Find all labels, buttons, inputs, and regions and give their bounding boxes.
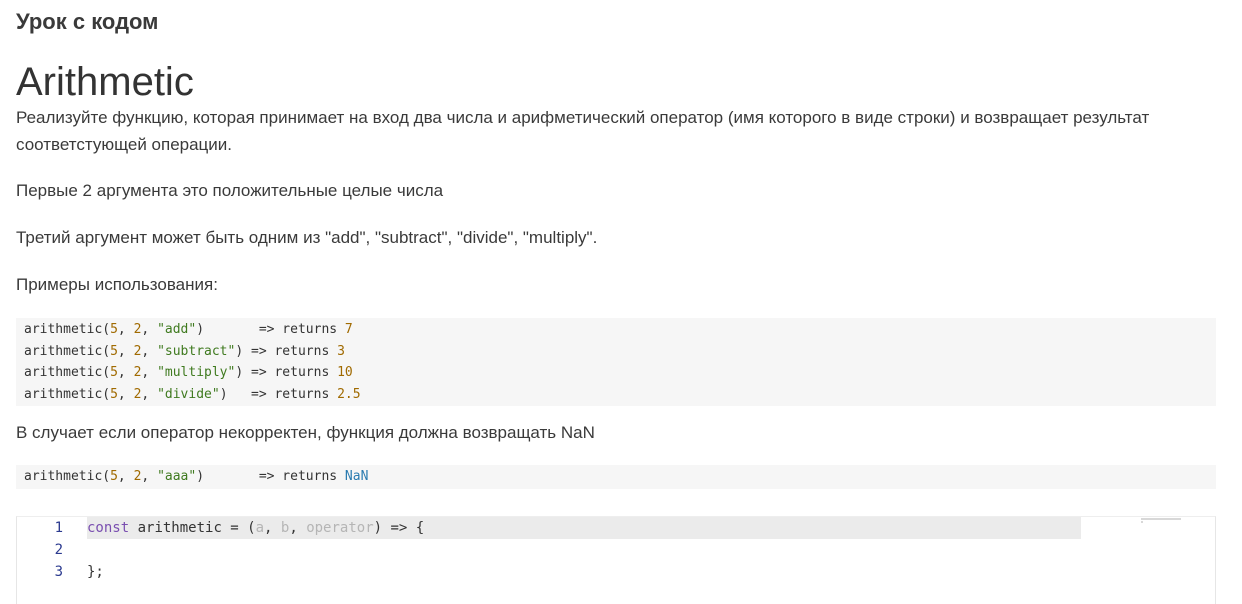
- examples-code-block: arithmetic(5, 2, "add") => returns 7 ari…: [16, 318, 1216, 406]
- editor-line[interactable]: };: [87, 561, 1081, 583]
- line-number: 2: [54, 542, 63, 558]
- editor-line-active[interactable]: const arithmetic = (a, b, operator) => {: [87, 517, 1081, 539]
- param-operator: operator: [306, 520, 374, 536]
- examples-label: Примеры использования:: [16, 275, 218, 294]
- task-title: Arithmetic: [16, 60, 194, 104]
- editor-minimap[interactable]: [1141, 517, 1187, 527]
- argument-note-1: Первые 2 аргумента это положительные цел…: [16, 181, 444, 200]
- lesson-content: Урок с кодом Arithmetic Реализуйте функц…: [16, 0, 1216, 489]
- editor-code-area[interactable]: const arithmetic = (a, b, operator) => {…: [87, 517, 1081, 583]
- lesson-header: Урок с кодом: [16, 9, 159, 34]
- argument-note-2: Третий аргумент может быть одним из "add…: [16, 228, 598, 247]
- invalid-example-code-block: arithmetic(5, 2, "aaa") => returns NaN: [16, 465, 1216, 489]
- keyword-const: const: [87, 520, 130, 536]
- param-a: a: [255, 520, 265, 536]
- code-editor[interactable]: 1 2 3 const arithmetic = (a, b, operator…: [16, 516, 1216, 604]
- task-description: Реализуйте функцию, которая принимает на…: [16, 108, 1150, 154]
- line-number: 3: [54, 564, 63, 580]
- editor-gutter: 1 2 3: [17, 517, 79, 583]
- example-line: arithmetic(5, 2, "add") => returns 7: [24, 322, 353, 337]
- example-line: arithmetic(5, 2, "aaa") => returns NaN: [24, 469, 369, 485]
- line-number: 1: [54, 520, 63, 536]
- editor-line[interactable]: [87, 539, 1081, 561]
- minimap-line: [1141, 521, 1143, 523]
- example-line: arithmetic(5, 2, "subtract") => returns …: [24, 343, 345, 359]
- example-line: arithmetic(5, 2, "multiply") => returns …: [24, 365, 353, 380]
- example-line: arithmetic(5, 2, "divide") => returns 2.…: [24, 386, 361, 402]
- minimap-line: [1141, 518, 1181, 520]
- invalid-operator-note: В случает если оператор некорректен, фун…: [16, 423, 595, 442]
